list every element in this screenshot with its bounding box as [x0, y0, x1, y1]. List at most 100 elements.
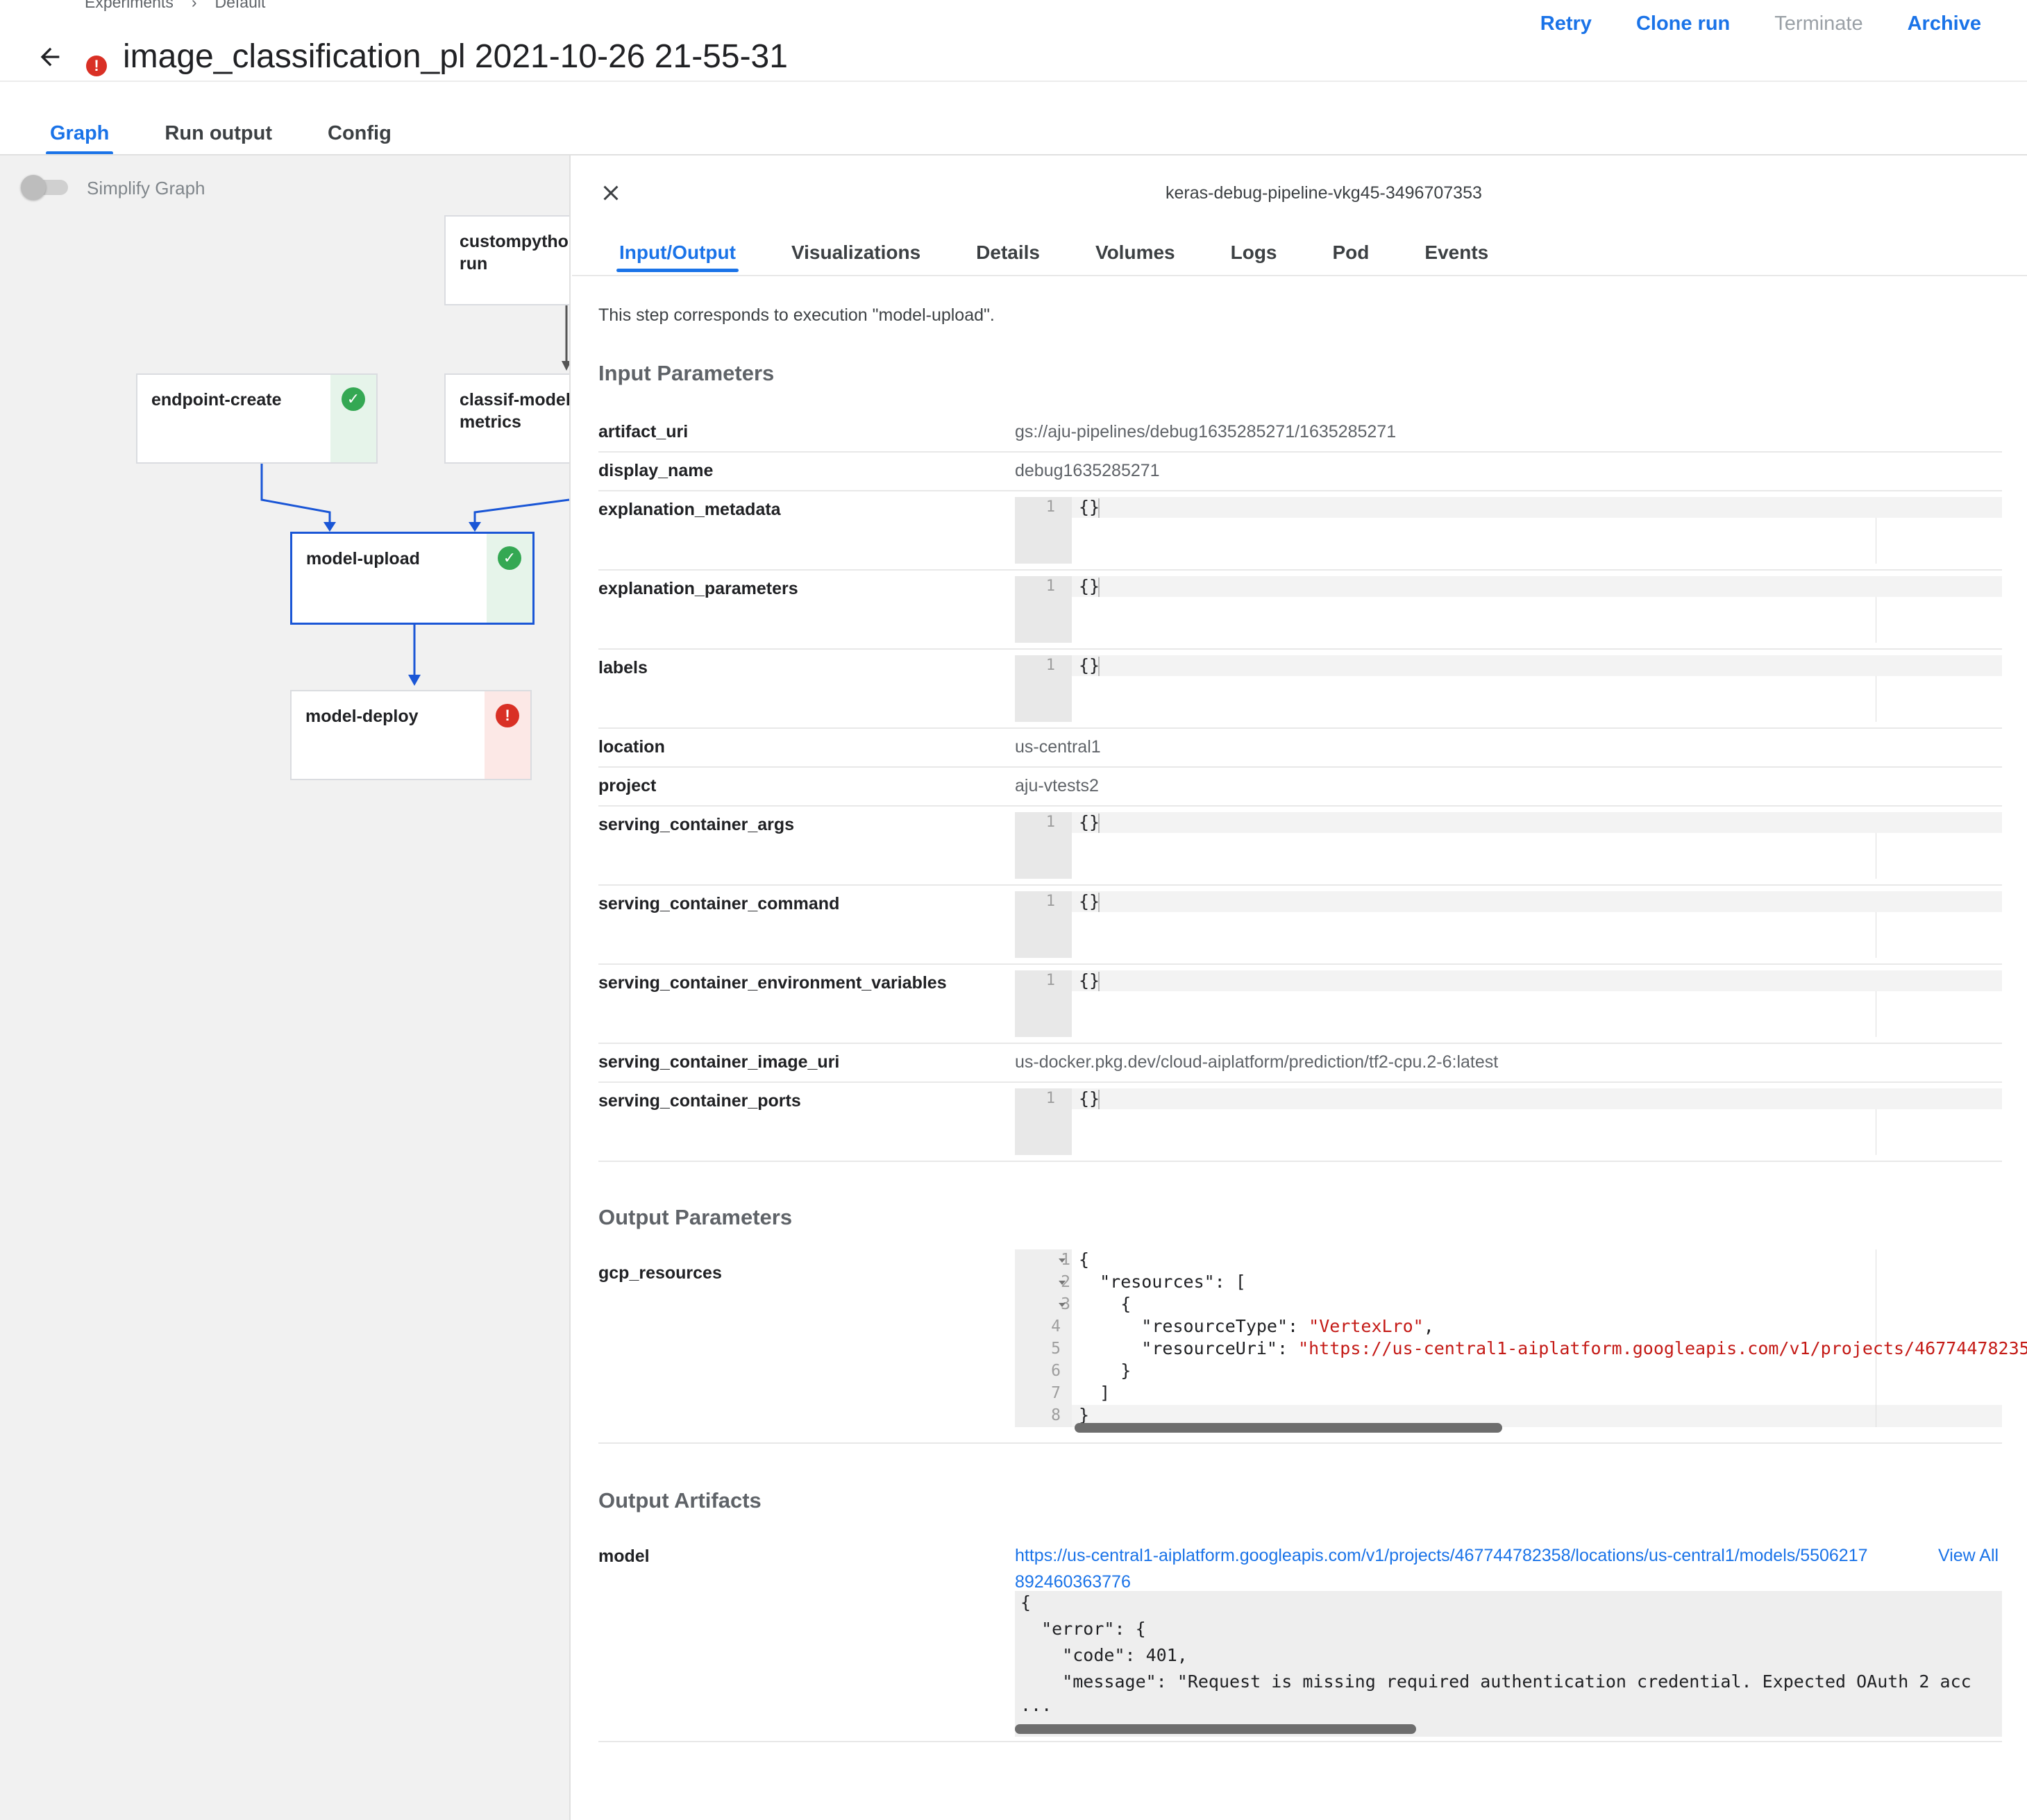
- input-parameters-title: Input Parameters: [598, 361, 775, 385]
- node-label: model-upload: [306, 549, 420, 568]
- param-name: location: [598, 737, 665, 757]
- json-key: "resourceType":: [1079, 1316, 1309, 1336]
- param-name: serving_container_command: [598, 894, 840, 913]
- json-key: "resourceUri":: [1079, 1338, 1299, 1358]
- node-endpoint-create[interactable]: endpoint-create ✓: [136, 373, 378, 464]
- tab-logs[interactable]: Logs: [1231, 242, 1277, 272]
- panel-tabs-divider: [572, 275, 2027, 276]
- json-punct: ,: [1423, 1316, 1434, 1336]
- tab-config[interactable]: Config: [328, 122, 392, 155]
- line-number: 7: [1051, 1384, 1061, 1402]
- breadcrumb-experiments[interactable]: Experiments: [85, 0, 174, 12]
- node-custompython-run[interactable]: custompython run: [444, 215, 571, 305]
- code-editor[interactable]: 1 {}: [1015, 812, 2002, 879]
- line-number: 1: [1045, 893, 1055, 910]
- view-all-link[interactable]: View All: [1938, 1542, 1999, 1569]
- gcp-resources-editor[interactable]: 1 2 3 4 5 6 7 8 { "resources": [ { "reso…: [1015, 1249, 2027, 1437]
- run-error-icon: !: [86, 56, 107, 76]
- code-editor[interactable]: 1 {}: [1015, 1088, 2002, 1155]
- tab-visualizations[interactable]: Visualizations: [791, 242, 920, 272]
- preview-line: {: [1020, 1592, 1032, 1612]
- row-divider: [598, 648, 2002, 650]
- code-editor[interactable]: 1 {}: [1015, 576, 2002, 643]
- code-editor[interactable]: 1 {}: [1015, 891, 2002, 958]
- line-number: 8: [1051, 1406, 1061, 1424]
- line-number: 1: [1045, 578, 1055, 595]
- code-text: {}: [1079, 576, 1100, 596]
- param-name: project: [598, 776, 657, 795]
- node-classif-model-metrics[interactable]: classif-model metrics: [444, 373, 571, 464]
- artifact-uri-link[interactable]: https://us-central1-aiplatform.googleapi…: [1015, 1542, 1917, 1595]
- line-number: 1: [1045, 1090, 1055, 1107]
- panel-tabs: Input/Output Visualizations Details Volu…: [616, 242, 1488, 272]
- row-divider: [598, 1043, 2002, 1044]
- artifact-name: model: [598, 1547, 650, 1566]
- param-name: explanation_metadata: [598, 500, 781, 519]
- execution-note: This step corresponds to execution "mode…: [598, 305, 995, 325]
- node-label: custompython: [460, 232, 571, 251]
- preview-line: "error": {: [1020, 1619, 1146, 1639]
- error-circle-icon: !: [496, 704, 519, 727]
- param-value: aju-vtests2: [1015, 776, 1099, 795]
- code-text: {}: [1079, 655, 1100, 675]
- artifact-uri-line: https://us-central1-aiplatform.googleapi…: [1015, 1546, 1868, 1565]
- json-string: "VertexLro": [1309, 1316, 1424, 1336]
- breadcrumb-separator: ›: [191, 0, 197, 11]
- line-number: 1: [1045, 814, 1055, 831]
- row-divider: [598, 1741, 2002, 1742]
- line-number: 1: [1045, 498, 1055, 516]
- close-icon[interactable]: [598, 180, 623, 205]
- code-line: }: [1079, 1360, 1132, 1381]
- artifact-preview[interactable]: { "error": { "code": 401, "message": "Re…: [1015, 1591, 2002, 1737]
- code-editor[interactable]: 1 {}: [1015, 970, 2002, 1037]
- output-artifacts-title: Output Artifacts: [598, 1488, 762, 1513]
- code-editor[interactable]: 1 {}: [1015, 497, 2002, 564]
- breadcrumb-default[interactable]: Default: [215, 0, 266, 12]
- param-value: gs://aju-pipelines/debug1635285271/16352…: [1015, 422, 1397, 441]
- row-divider: [598, 1081, 2002, 1083]
- main-tabs: Graph Run output Config: [45, 122, 392, 155]
- horizontal-scrollbar[interactable]: [1075, 1423, 1502, 1433]
- terminate-button[interactable]: Terminate: [1774, 12, 1862, 35]
- preview-line: ...: [1020, 1695, 1052, 1715]
- code-line: "resourceType": "VertexLro",: [1079, 1316, 1434, 1336]
- tab-details[interactable]: Details: [976, 242, 1040, 272]
- clone-run-button[interactable]: Clone run: [1636, 12, 1730, 35]
- check-circle-icon: ✓: [342, 387, 365, 411]
- code-text: {}: [1079, 812, 1100, 832]
- check-circle-icon: ✓: [498, 546, 521, 570]
- param-name: serving_container_image_uri: [598, 1052, 840, 1072]
- line-number: 4: [1051, 1317, 1061, 1335]
- tab-events[interactable]: Events: [1424, 242, 1488, 272]
- back-arrow-icon[interactable]: [36, 43, 64, 71]
- retry-button[interactable]: Retry: [1540, 12, 1592, 35]
- param-name: explanation_parameters: [598, 579, 798, 598]
- node-model-upload[interactable]: model-upload ✓: [290, 532, 535, 625]
- row-divider: [598, 490, 2002, 491]
- node-details-panel: keras-debug-pipeline-vkg45-3496707353 In…: [572, 155, 2027, 1820]
- row-divider: [598, 963, 2002, 965]
- code-line: "resourceUri": "https://us-central1-aipl…: [1079, 1338, 2027, 1358]
- tab-pod[interactable]: Pod: [1333, 242, 1370, 272]
- code-text: {}: [1079, 970, 1100, 991]
- node-label: classif-model: [460, 390, 571, 410]
- header-divider: [0, 81, 2027, 82]
- tab-graph[interactable]: Graph: [45, 122, 114, 155]
- code-editor[interactable]: 1 {}: [1015, 655, 2002, 722]
- node-label: metrics: [460, 412, 521, 432]
- row-divider: [598, 884, 2002, 886]
- param-name: serving_container_environment_variables: [598, 973, 947, 993]
- fold-arrows-icon[interactable]: [1058, 1256, 1066, 1312]
- tab-run-output[interactable]: Run output: [165, 122, 272, 155]
- tab-input-output[interactable]: Input/Output: [616, 242, 739, 272]
- graph-canvas[interactable]: Simplify Graph custompython run endpoint…: [0, 155, 571, 1820]
- node-label: model-deploy: [305, 707, 419, 726]
- preview-line: "message": "Request is missing required …: [1020, 1671, 1971, 1692]
- tab-volumes[interactable]: Volumes: [1095, 242, 1175, 272]
- row-divider: [598, 1442, 2002, 1444]
- code-text: {}: [1079, 497, 1100, 517]
- horizontal-scrollbar[interactable]: [1015, 1724, 1416, 1734]
- row-divider: [598, 805, 2002, 807]
- node-model-deploy[interactable]: model-deploy !: [290, 690, 532, 780]
- archive-button[interactable]: Archive: [1908, 12, 1981, 35]
